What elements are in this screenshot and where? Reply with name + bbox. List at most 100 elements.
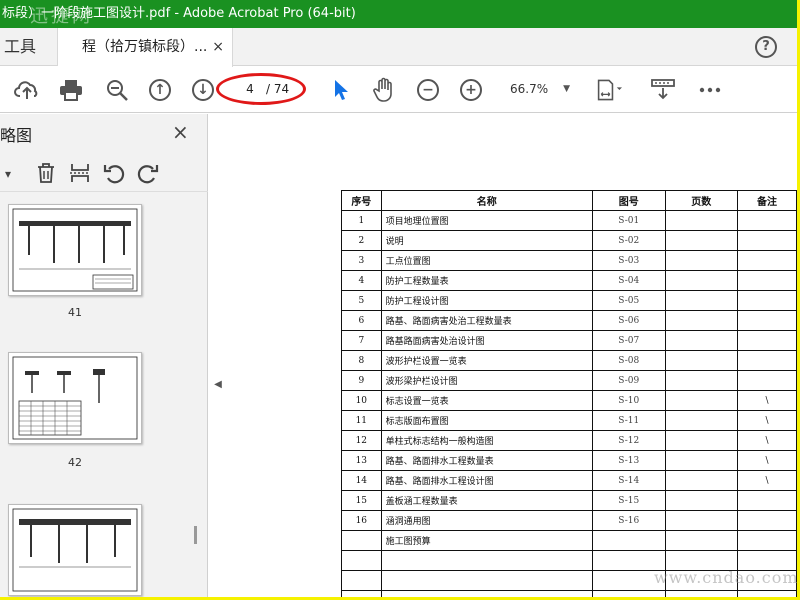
hand-tool-icon[interactable]: [371, 77, 397, 103]
zoom-out-icon[interactable]: −: [415, 77, 441, 103]
table-cell-fig: S-09: [591, 370, 666, 391]
table-row: 11 标志版面布置图 S-11 \: [341, 410, 797, 431]
title-bar: 标段）一阶段施工图设计.pdf - Adobe Acrobat Pro (64-…: [0, 0, 797, 28]
table-cell-pages: [664, 370, 739, 391]
table-cell-name: 标志版面布置图: [380, 410, 593, 431]
table-cell-pages: [664, 310, 739, 331]
table-cell-pages: [664, 530, 739, 551]
table-cell-no: 9: [341, 370, 382, 391]
thumbnail-list: 41 42: [0, 194, 195, 597]
table-cell-pages: [664, 210, 739, 231]
scroll-mode-icon[interactable]: [650, 77, 676, 103]
page-thumbnail[interactable]: [8, 504, 142, 596]
table-cell-fig: S-13: [591, 450, 666, 471]
scrollbar-thumb[interactable]: [194, 526, 197, 544]
tab-tools-label: 工具: [4, 37, 37, 56]
panel-title: 页面缩略图: [0, 126, 33, 145]
table-cell-name: 波形梁护栏设计图: [380, 370, 593, 391]
table-row: 2 说明 S-02: [341, 230, 797, 251]
next-page-icon[interactable]: ↓: [190, 77, 216, 103]
trash-icon[interactable]: [34, 162, 58, 186]
table-cell-name: 盖板涵工程数量表: [380, 490, 593, 511]
document-view: 序号 名称 图号 页数 备注 1 项目地理位置图 S-01 2 说明 S-02 3 工点位置图…: [228, 114, 797, 597]
table-cell-pages: [664, 410, 739, 431]
rotate-right-icon[interactable]: [136, 162, 160, 186]
table-cell-remark: \: [737, 410, 797, 431]
highlight-oval: [216, 73, 306, 105]
table-cell-pages: [664, 510, 739, 531]
extract-pages-icon[interactable]: [68, 162, 92, 186]
table-cell-no: 11: [341, 410, 382, 431]
help-icon[interactable]: ?: [755, 36, 777, 58]
close-icon[interactable]: ×: [212, 28, 224, 66]
select-arrow-icon[interactable]: [328, 77, 354, 103]
previous-page-icon[interactable]: ↑: [147, 77, 173, 103]
table-row: 6 路基、路面病害处治工程数量表 S-06: [341, 310, 797, 331]
more-options-icon[interactable]: [697, 77, 723, 103]
table-cell-pages: [664, 450, 739, 471]
print-icon[interactable]: [58, 77, 84, 103]
cloud-upload-icon[interactable]: [14, 77, 40, 103]
table-cell-name: 路基、路面病害处治工程数量表: [380, 310, 593, 331]
page-thumbnail[interactable]: [8, 352, 142, 444]
table-cell-remark: [737, 210, 797, 231]
zoom-value: 66.7%: [510, 82, 549, 96]
table-row: 16 涵洞通用图 S-16: [341, 510, 797, 531]
table-cell-no: [341, 570, 382, 591]
thumbnail-scrollbar[interactable]: [194, 194, 204, 597]
table-cell-pages: [664, 270, 739, 291]
tab-document-label: 程（拾万镇标段）...: [82, 39, 208, 55]
caret-down-icon: ▼: [563, 84, 570, 94]
options-caret-icon[interactable]: ▾: [0, 162, 20, 186]
rotate-left-icon[interactable]: [102, 162, 126, 186]
table-cell-remark: [737, 370, 797, 391]
table-cell-remark: [737, 590, 797, 597]
close-panel-icon[interactable]: ×: [172, 120, 189, 144]
table-cell-remark: \: [737, 390, 797, 411]
table-cell-no: 14: [341, 470, 382, 491]
table-cell-remark: [737, 530, 797, 551]
table-cell-name: 涵洞通用图: [380, 510, 593, 531]
table-cell-no: 15: [341, 490, 382, 511]
table-cell-name: 单柱式标志结构一般构造图: [380, 430, 593, 451]
thumbnail-page-number: 42: [68, 456, 82, 469]
table-cell-remark: [737, 250, 797, 271]
table-cell-name: 路基路面病害处治设计图: [380, 330, 593, 351]
page-thumbnail[interactable]: [8, 204, 142, 296]
table-cell-name: [380, 590, 593, 597]
table-cell-no: 4: [341, 270, 382, 291]
zoom-in-icon[interactable]: +: [458, 77, 484, 103]
table-cell-no: 13: [341, 450, 382, 471]
table-row: [341, 590, 797, 597]
zoom-out-magnifier-icon[interactable]: [104, 77, 130, 103]
zoom-select[interactable]: 66.7% ▼: [504, 78, 578, 100]
table-cell-remark: \: [737, 450, 797, 471]
table-cell-fig: S-02: [591, 230, 666, 251]
toolbar: ↑ ↓ − +: [0, 67, 797, 113]
table-cell-fig: S-16: [591, 510, 666, 531]
table-cell-fig: [591, 590, 666, 597]
table-cell-fig: S-14: [591, 470, 666, 491]
table-cell-pages: [664, 250, 739, 271]
table-cell-remark: [737, 330, 797, 351]
header-no: 序号: [341, 190, 382, 211]
table-cell-fig: S-15: [591, 490, 666, 511]
table-cell-no: [341, 550, 382, 571]
table-cell-pages: [664, 290, 739, 311]
table-cell-no: 7: [341, 330, 382, 351]
tab-tools[interactable]: 工具: [0, 28, 58, 66]
table-header-row: 序号 名称 图号 页数 备注: [341, 190, 797, 211]
table-row: 10 标志设置一览表 S-10 \: [341, 390, 797, 411]
table-cell-remark: [737, 290, 797, 311]
table-cell-name: 路基、路面排水工程设计图: [380, 470, 593, 491]
collapse-panel-icon[interactable]: ◀: [210, 370, 226, 400]
tab-document[interactable]: 程（拾万镇标段）... ×: [58, 28, 233, 67]
table-cell-no: 1: [341, 210, 382, 231]
table-cell-pages: [664, 390, 739, 411]
fit-page-icon[interactable]: [596, 77, 622, 103]
table-cell-name: 标志设置一览表: [380, 390, 593, 411]
table-cell-fig: S-07: [591, 330, 666, 351]
table-cell-no: 10: [341, 390, 382, 411]
table-cell-fig: S-10: [591, 390, 666, 411]
table-cell-remark: \: [737, 470, 797, 491]
